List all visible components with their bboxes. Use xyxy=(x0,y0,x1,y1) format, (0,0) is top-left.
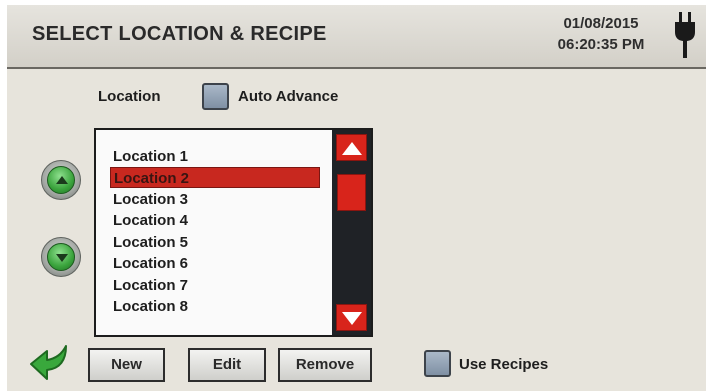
scroll-up-button[interactable] xyxy=(41,160,81,200)
edit-button[interactable]: Edit xyxy=(188,348,266,382)
auto-advance-label: Auto Advance xyxy=(238,88,339,105)
list-item[interactable]: Location 5 xyxy=(110,232,320,253)
list-item[interactable]: Location 7 xyxy=(110,275,320,296)
up-arrow-icon xyxy=(47,166,75,194)
triangle-up-icon xyxy=(342,142,362,155)
back-arrow-icon[interactable] xyxy=(29,344,71,382)
page-title: SELECT LOCATION & RECIPE xyxy=(32,23,327,45)
location-label: Location xyxy=(98,88,161,105)
list-item[interactable]: Location 1 xyxy=(110,146,320,167)
header-bar: SELECT LOCATION & RECIPE 01/08/2015 06:2… xyxy=(7,5,706,69)
use-recipes-label: Use Recipes xyxy=(459,356,549,373)
scrollbar-thumb[interactable] xyxy=(337,174,366,211)
down-arrow-icon xyxy=(47,243,75,271)
scrollbar-up-button[interactable] xyxy=(336,134,367,161)
list-item[interactable]: Location 8 xyxy=(110,296,320,317)
time-text: 06:20:35 PM xyxy=(557,36,645,53)
list-scrollbar[interactable] xyxy=(332,130,371,335)
triangle-down-icon xyxy=(342,312,362,325)
screen: SELECT LOCATION & RECIPE 01/08/2015 06:2… xyxy=(7,5,706,391)
new-button[interactable]: New xyxy=(88,348,165,382)
datetime-display: 01/08/2015 06:20:35 PM xyxy=(546,13,656,55)
use-recipes-checkbox[interactable] xyxy=(424,350,451,377)
auto-advance-checkbox[interactable] xyxy=(202,83,229,110)
remove-button[interactable]: Remove xyxy=(278,348,372,382)
list-item-selected[interactable]: Location 2 xyxy=(110,167,320,188)
date-text: 01/08/2015 xyxy=(563,15,639,32)
list-item[interactable]: Location 4 xyxy=(110,210,320,231)
list-item[interactable]: Location 6 xyxy=(110,253,320,274)
scrollbar-down-button[interactable] xyxy=(336,304,367,331)
location-list[interactable]: Location 1 Location 2 Location 3 Locatio… xyxy=(94,128,373,337)
scroll-down-button[interactable] xyxy=(41,237,81,277)
plug-icon xyxy=(675,12,695,58)
list-item[interactable]: Location 3 xyxy=(110,189,320,210)
